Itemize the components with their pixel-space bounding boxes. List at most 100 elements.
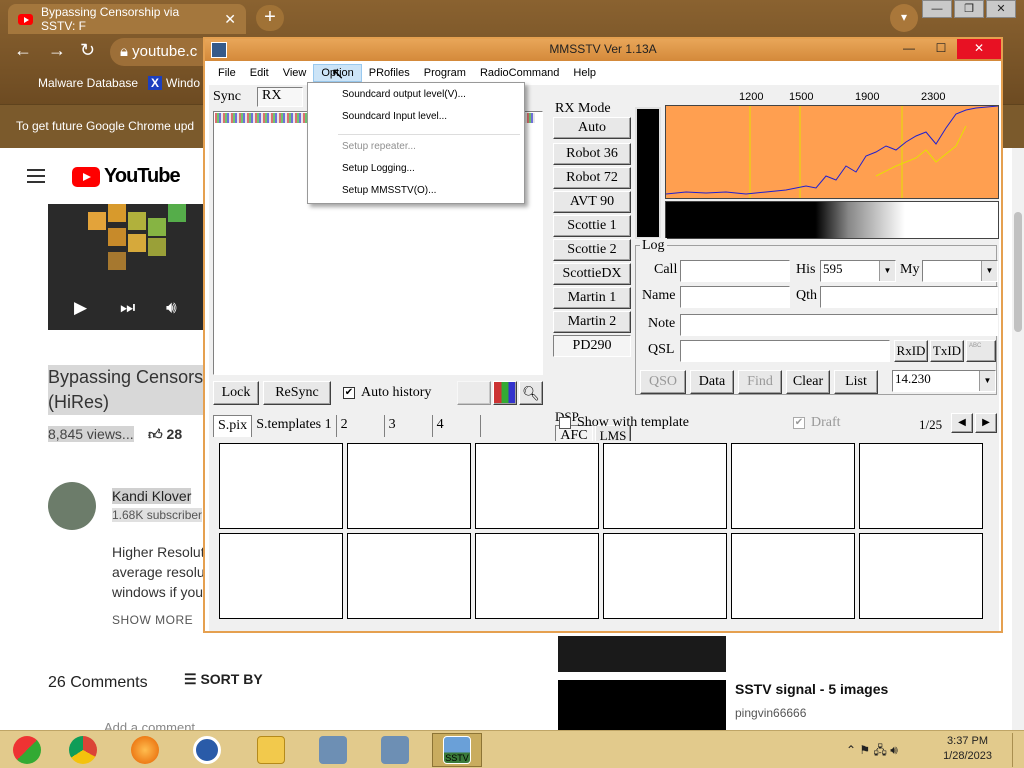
lock-button[interactable]: Lock (213, 381, 259, 405)
spectrum-display[interactable] (665, 105, 999, 199)
back-arrow-icon[interactable]: ← (14, 40, 32, 61)
taskbar-sstv[interactable]: SSTV (432, 733, 482, 767)
rx-mode-scottiedx[interactable]: ScottieDX (553, 263, 631, 285)
txid-button[interactable]: TxID (930, 340, 964, 362)
show-more-button[interactable]: SHOW MORE (112, 613, 193, 627)
rx-mode-pd290[interactable]: PD290 (553, 335, 631, 357)
minimize-button[interactable]: — (893, 39, 925, 59)
play-icon[interactable]: ▶ (74, 298, 87, 318)
rx-mode-martin1[interactable]: Martin 1 (553, 287, 631, 309)
clear-button[interactable]: Clear (786, 370, 830, 394)
name-input[interactable] (680, 286, 790, 308)
draft-checkbox[interactable]: ✔ Draft (793, 415, 841, 431)
picture-slot[interactable] (859, 443, 983, 529)
clock[interactable]: 3:37 PM 1/28/2023 (943, 734, 992, 764)
related-video-thumbnail[interactable] (558, 636, 726, 672)
menu-program[interactable]: Program (417, 65, 473, 81)
tab-search-chevron-icon[interactable]: ▾ (890, 4, 918, 32)
picture-slot[interactable] (475, 443, 599, 529)
zoom-icon[interactable]: 🔍︎ (519, 381, 543, 405)
prev-page-icon[interactable]: ◀ (951, 413, 973, 433)
taskbar-app-2[interactable] (370, 733, 420, 767)
volume-icon[interactable]: 🔊︎ (890, 743, 898, 757)
menu-help[interactable]: Help (566, 65, 603, 81)
data-button[interactable]: Data (690, 370, 734, 394)
tab-4[interactable]: 4 (433, 415, 481, 437)
channel-name[interactable]: Kandi Klover (112, 488, 192, 504)
volume-icon[interactable]: 🔊︎ (166, 298, 177, 318)
related-video-thumbnail[interactable] (558, 680, 726, 730)
restore-button[interactable]: ❐ (954, 0, 984, 18)
qsl-input[interactable] (680, 340, 890, 362)
show-with-template-checkbox[interactable]: Show with template (559, 415, 689, 431)
chevron-down-icon[interactable]: ▼ (981, 261, 997, 281)
next-page-icon[interactable]: ▶ (975, 413, 997, 433)
menu-edit[interactable]: Edit (243, 65, 276, 81)
reload-icon[interactable]: ↻ (80, 40, 95, 61)
tab-2[interactable]: 2 (337, 415, 385, 437)
qso-button[interactable]: QSO (640, 370, 686, 394)
menu-profiles[interactable]: PRofiles (362, 65, 417, 81)
rx-mode-robot36[interactable]: Robot 36 (553, 143, 631, 165)
bookmark-windo[interactable]: X Windo (148, 76, 200, 90)
system-tray[interactable]: ⌃ ⚑ 🖧︎ 🔊︎ (846, 741, 898, 762)
list-button[interactable]: List (834, 370, 878, 394)
qth-input[interactable] (820, 286, 998, 308)
my-rst-select[interactable]: ▼ (922, 260, 998, 282)
frequency-select[interactable]: 14.230 ▼ (892, 370, 996, 392)
his-rst-select[interactable]: 595 ▼ (820, 260, 896, 282)
close-window-button[interactable]: ✕ (986, 0, 1016, 18)
taskbar-app-1[interactable] (308, 733, 358, 767)
auto-history-checkbox[interactable]: ✔ Auto history (343, 385, 431, 401)
menu-hamburger-icon[interactable] (27, 169, 45, 183)
taskbar-chrome[interactable] (58, 733, 108, 767)
resync-button[interactable]: ReSync (263, 381, 331, 405)
color-bars-icon[interactable] (493, 381, 517, 405)
call-input[interactable] (680, 260, 790, 282)
page-scrollbar[interactable] (1012, 148, 1024, 730)
rx-mode-robot72[interactable]: Robot 72 (553, 167, 631, 189)
channel-avatar[interactable] (48, 482, 96, 530)
show-desktop-button[interactable] (1012, 733, 1020, 767)
flag-icon[interactable]: ⚑ (859, 743, 870, 757)
menu-view[interactable]: View (276, 65, 314, 81)
chevron-down-icon[interactable]: ▼ (879, 261, 895, 281)
close-tab-icon[interactable]: ✕ (224, 11, 236, 28)
rx-mode-martin2[interactable]: Martin 2 (553, 311, 631, 333)
copy-icon[interactable] (457, 381, 491, 405)
taskbar-firefox[interactable] (120, 733, 170, 767)
picture-slot[interactable] (731, 443, 855, 529)
tab-stemplates-1[interactable]: S.templates 1 (252, 415, 337, 437)
browser-tab[interactable]: Bypassing Censorship via SSTV: F ✕ (8, 4, 246, 34)
bookmark-malware-database[interactable]: Malware Database (38, 76, 138, 90)
new-tab-button[interactable]: + (256, 5, 284, 31)
like-button[interactable]: 👍︎ 28 (148, 426, 182, 443)
view-count[interactable]: 8,845 views... (48, 426, 134, 442)
picture-slot[interactable] (475, 533, 599, 619)
picture-slot[interactable] (603, 533, 727, 619)
menu-radiocommand[interactable]: RadioCommand (473, 65, 566, 81)
waterfall-display[interactable] (665, 201, 999, 239)
picture-slot[interactable] (603, 443, 727, 529)
related-video-title[interactable]: SSTV signal - 5 images (735, 681, 888, 697)
menu-file[interactable]: File (211, 65, 243, 81)
start-button[interactable] (2, 733, 52, 767)
abc-button[interactable]: ABC (966, 340, 996, 362)
picture-slot[interactable] (347, 443, 471, 529)
minimize-button[interactable]: — (922, 0, 952, 18)
taskbar-obama[interactable] (182, 733, 232, 767)
find-button[interactable]: Find (738, 370, 782, 394)
picture-slot[interactable] (219, 443, 343, 529)
menu-item-setup-mmsstv[interactable]: Setup MMSSTV(O)... (308, 183, 524, 205)
picture-slot[interactable] (347, 533, 471, 619)
picture-slot[interactable] (859, 533, 983, 619)
video-player[interactable]: ▶ ⏭ 🔊︎ (48, 204, 206, 330)
sort-by-button[interactable]: ☰ SORT BY (184, 671, 263, 688)
rx-mode-avt90[interactable]: AVT 90 (553, 191, 631, 213)
rx-mode-scottie1[interactable]: Scottie 1 (553, 215, 631, 237)
chevron-down-icon[interactable]: ▼ (979, 371, 995, 391)
rx-tab[interactable]: RX (257, 87, 303, 107)
menu-item-setup-logging[interactable]: Setup Logging... (308, 161, 524, 183)
rx-mode-auto[interactable]: Auto (553, 117, 631, 139)
maximize-button[interactable]: ☐ (925, 39, 957, 59)
